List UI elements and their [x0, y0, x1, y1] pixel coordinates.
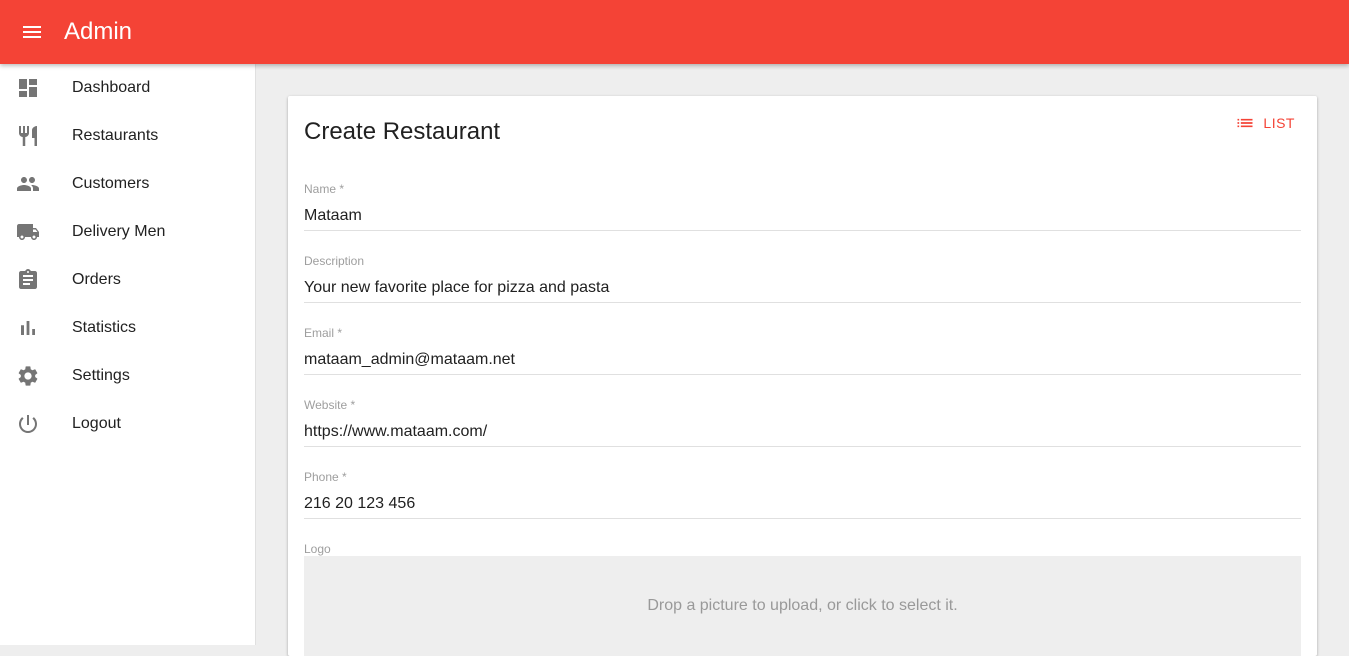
sidebar: Dashboard Restaurants Customers Delivery… [0, 64, 256, 645]
website-value: https://www.mataam.com/ [304, 423, 488, 440]
sidebar-item-label: Dashboard [72, 79, 151, 96]
sidebar-item-label: Customers [72, 175, 150, 192]
sidebar-item-settings[interactable]: Settings [0, 352, 255, 400]
email-field[interactable]: Email * mataam_admin@mataam.net [304, 326, 1301, 375]
website-label: Website * [304, 398, 356, 412]
name-value: Mataam [304, 207, 362, 224]
email-value: mataam_admin@mataam.net [304, 351, 515, 368]
description-value: Your new favorite place for pizza and pa… [304, 279, 610, 296]
phone-label: Phone * [304, 470, 347, 484]
clipboard-icon [19, 269, 37, 289]
sidebar-item-label: Logout [72, 415, 121, 432]
menu-button[interactable] [0, 0, 64, 64]
sidebar-item-restaurants[interactable]: Restaurants [0, 112, 255, 160]
sidebar-item-label: Delivery Men [72, 223, 166, 240]
gear-icon [18, 366, 38, 386]
name-field[interactable]: Name * Mataam [304, 182, 1301, 231]
name-label: Name * [304, 182, 345, 196]
phone-field[interactable]: Phone * 216 20 123 456 [304, 470, 1301, 519]
main-content: Create Restaurant LIST Name * Mataam Des… [257, 64, 1349, 656]
logo-label: Logo [304, 542, 331, 556]
create-form-card: Create Restaurant LIST Name * Mataam Des… [288, 96, 1317, 656]
sidebar-item-orders[interactable]: Orders [0, 256, 255, 304]
sidebar-item-label: Orders [72, 271, 121, 288]
people-icon [17, 177, 39, 191]
app-title: Admin [64, 18, 133, 45]
sidebar-item-label: Statistics [72, 319, 137, 336]
sidebar-item-customers[interactable]: Customers [0, 160, 255, 208]
sidebar-item-logout[interactable]: Logout [0, 400, 255, 448]
logo-dropzone[interactable]: Drop a picture to upload, or click to se… [304, 556, 1301, 656]
sidebar-item-statistics[interactable]: Statistics [0, 304, 255, 352]
list-button-label: LIST [1263, 115, 1295, 131]
sidebar-item-label: Restaurants [72, 127, 159, 144]
sidebar-item-delivery-men[interactable]: Delivery Men [0, 208, 255, 256]
dashboard-icon [19, 79, 37, 97]
list-icon [1237, 118, 1253, 128]
phone-value: 216 20 123 456 [304, 495, 416, 512]
sidebar-item-label: Settings [72, 367, 130, 384]
power-icon [19, 415, 37, 433]
list-button[interactable]: LIST [1235, 112, 1295, 134]
description-label: Description [304, 254, 365, 268]
sidebar-item-dashboard[interactable]: Dashboard [0, 64, 255, 112]
page-title: Create Restaurant [304, 118, 501, 145]
description-field[interactable]: Description Your new favorite place for … [304, 254, 1301, 303]
restaurant-icon [19, 126, 37, 146]
dropzone-text: Drop a picture to upload, or click to se… [647, 597, 958, 614]
truck-icon [17, 224, 39, 240]
website-field[interactable]: Website * https://www.mataam.com/ [304, 398, 1301, 447]
menu-icon [23, 26, 41, 38]
bar-chart-icon [21, 321, 35, 335]
app-bar: Admin [0, 0, 1349, 64]
email-label: Email * [304, 326, 343, 340]
